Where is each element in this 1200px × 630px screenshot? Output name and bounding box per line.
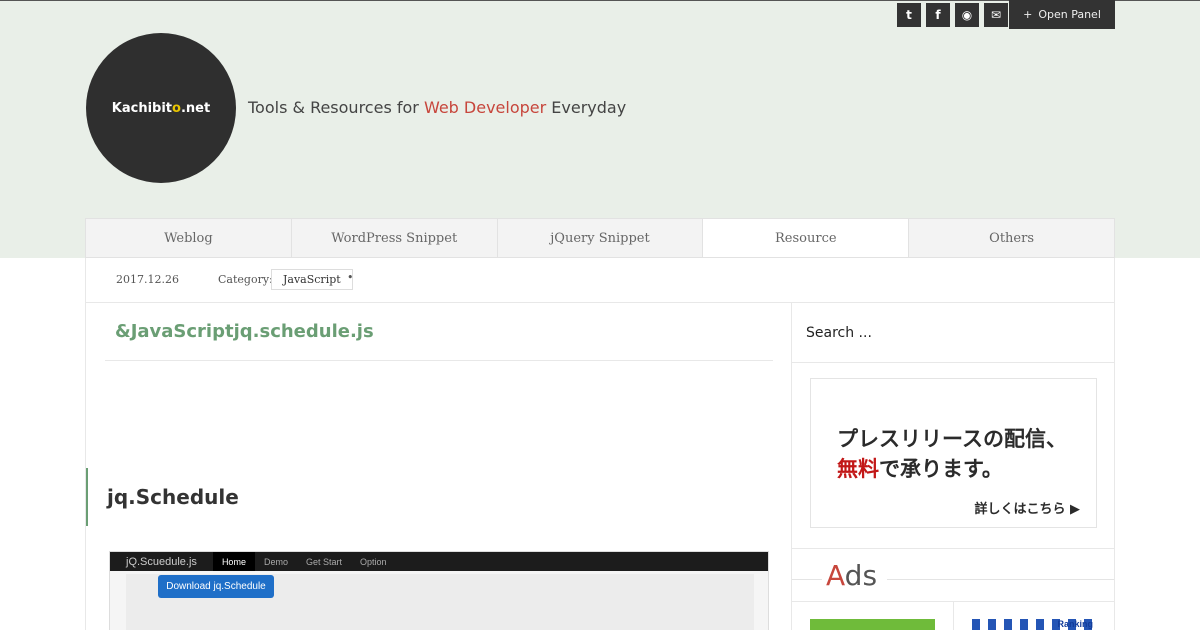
screenshot-menu-home: Home bbox=[212, 552, 255, 571]
rss-icon[interactable]: ◉ bbox=[955, 3, 979, 27]
twitter-icon[interactable]: t bbox=[897, 3, 921, 27]
post-title[interactable]: &JavaScriptjq.schedule.js bbox=[115, 321, 374, 342]
ads-heading-line-left bbox=[792, 579, 822, 580]
nav-tab-weblog[interactable]: Weblog bbox=[86, 219, 292, 257]
logo-text-part1: Kachibit bbox=[111, 100, 173, 116]
sidebar-divider bbox=[792, 548, 1114, 549]
demo-screenshot: jQ.Scuedule.js Home Demo Get Start Optio… bbox=[109, 551, 769, 630]
main-column: &JavaScriptjq.schedule.js jq.Schedule jQ… bbox=[86, 303, 792, 630]
screenshot-navbar: jQ.Scuedule.js Home Demo Get Start Optio… bbox=[110, 552, 768, 571]
ads-heading-rest: ds bbox=[844, 559, 878, 592]
open-panel-label: Open Panel bbox=[1038, 8, 1101, 21]
sidebar: プレスリリースの配信、 無料で承ります。 詳しくはこちら ▶ Ads Ranki… bbox=[792, 303, 1114, 630]
screenshot-menu-get-start: Get Start bbox=[305, 556, 342, 567]
ads-heading-first: A bbox=[826, 559, 845, 592]
category-label: Category: bbox=[218, 273, 273, 286]
nav-tab-others[interactable]: Others bbox=[909, 219, 1114, 257]
ads-heading-text: Ads bbox=[822, 559, 882, 592]
plus-icon: + bbox=[1023, 8, 1033, 21]
nav-tab-wordpress-snippet[interactable]: WordPress Snippet bbox=[292, 219, 498, 257]
search-input[interactable] bbox=[806, 321, 1096, 345]
main-nav: Weblog WordPress Snippet jQuery Snippet … bbox=[85, 218, 1115, 258]
ads-heading-line-right bbox=[887, 579, 1114, 580]
logo-text-highlight: o bbox=[172, 100, 181, 116]
screenshot-download-button: Download jq.Schedule bbox=[158, 575, 274, 598]
ads-heading: Ads bbox=[792, 551, 1114, 601]
content-container: 2017.12.26 Category: JavaScript • &JavaS… bbox=[85, 258, 1115, 630]
nav-tab-jquery-snippet[interactable]: jQuery Snippet bbox=[498, 219, 704, 257]
post-date: 2017.12.26 bbox=[116, 273, 179, 286]
banner-line2: 無料で承ります。 bbox=[837, 453, 1003, 483]
ad-banner-green[interactable] bbox=[810, 619, 935, 630]
section-heading: jq.Schedule bbox=[86, 468, 786, 526]
logo-text-part2: .net bbox=[180, 100, 211, 116]
post-meta: 2017.12.26 Category: JavaScript • bbox=[86, 258, 1114, 303]
meta-dot: • bbox=[347, 271, 354, 284]
banner-line2-red: 無料 bbox=[837, 457, 879, 481]
nav-tab-resource[interactable]: Resource bbox=[703, 219, 910, 257]
banner-line1: プレスリリースの配信、 bbox=[837, 427, 1067, 451]
ad-row: Ranking bbox=[792, 602, 1114, 630]
site-logo[interactable]: Kachibit o .net bbox=[86, 33, 236, 183]
category-tag[interactable]: JavaScript bbox=[271, 269, 353, 290]
screenshot-menu-option: Option bbox=[359, 556, 387, 567]
tagline-accent: Web Developer bbox=[423, 98, 547, 117]
facebook-icon[interactable]: f bbox=[926, 3, 950, 27]
ad-banner-ranking[interactable]: Ranking bbox=[972, 619, 1097, 630]
tagline-before: Tools & Resources for bbox=[248, 98, 424, 117]
search-box bbox=[792, 303, 1114, 363]
social-links: t f ◉ ✉ bbox=[897, 3, 1008, 27]
banner-more-link: 詳しくはこちら ▶ bbox=[974, 502, 1080, 517]
title-divider bbox=[105, 360, 773, 361]
site-tagline: Tools & Resources for Web Developer Ever… bbox=[248, 98, 626, 117]
screenshot-brand: jQ.Scuedule.js bbox=[126, 555, 197, 568]
open-panel-button[interactable]: + Open Panel bbox=[1009, 0, 1115, 29]
press-release-banner[interactable]: プレスリリースの配信、 無料で承ります。 詳しくはこちら ▶ bbox=[810, 378, 1097, 528]
mail-icon[interactable]: ✉ bbox=[984, 3, 1008, 27]
banner-line2-rest: で承ります。 bbox=[879, 457, 1003, 481]
ad-row-divider bbox=[953, 602, 954, 630]
tagline-after: Everyday bbox=[546, 98, 627, 117]
screenshot-menu-demo: Demo bbox=[263, 556, 288, 567]
